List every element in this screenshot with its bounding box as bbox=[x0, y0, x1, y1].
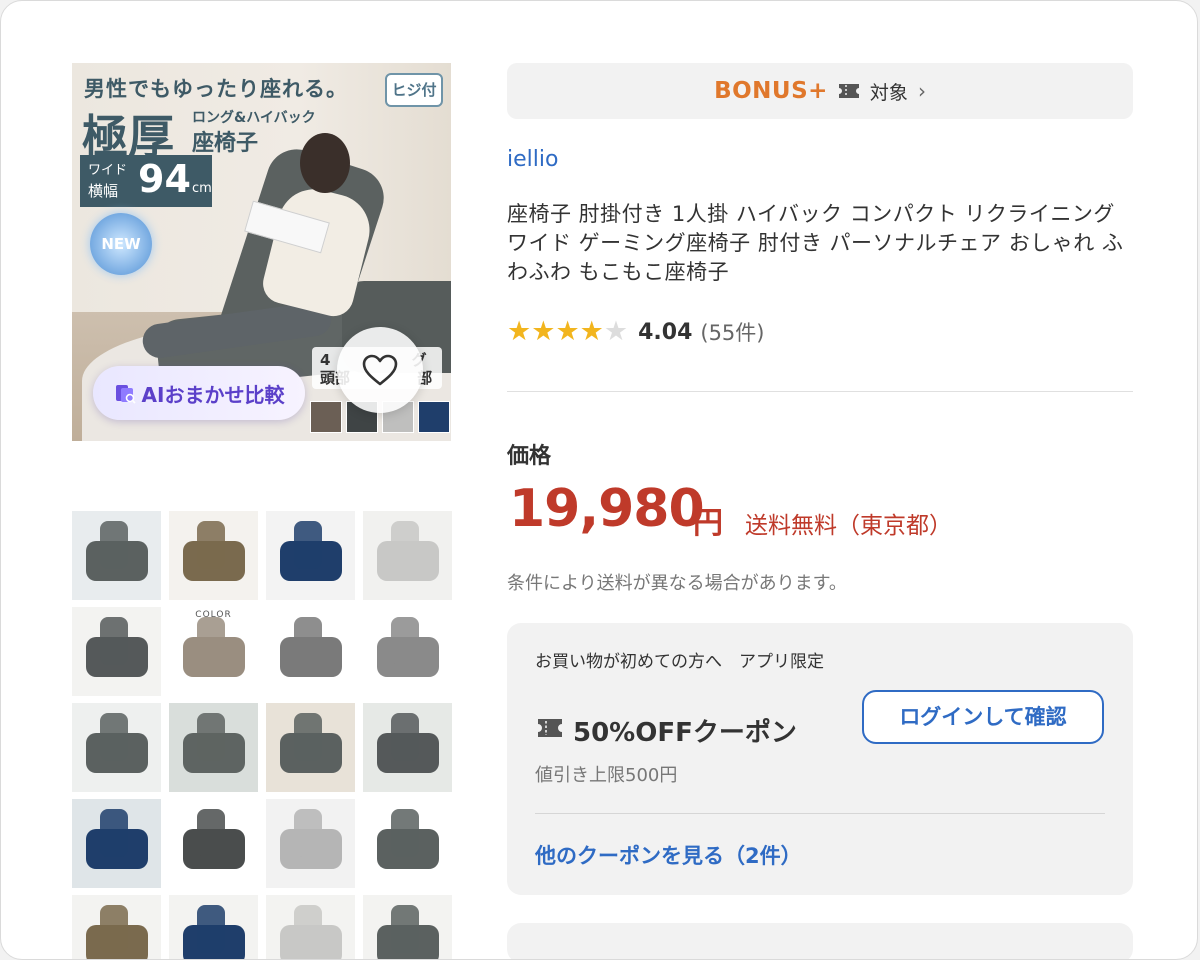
width-spec-box: ワイド 横幅 94 cm bbox=[80, 155, 212, 207]
width-label-1: ワイド bbox=[88, 163, 128, 178]
shipping-info: 送料無料（東京都） bbox=[745, 513, 952, 539]
thumbnail-image[interactable] bbox=[363, 607, 452, 696]
image-headline-side-big: 座椅子 bbox=[192, 131, 259, 156]
thumbnail-chair-back bbox=[100, 905, 128, 953]
thumbnail-image[interactable] bbox=[72, 895, 161, 959]
price-unit: 円 bbox=[693, 506, 723, 541]
ai-compare-icon bbox=[115, 385, 136, 404]
coupon-ticket-icon bbox=[838, 84, 859, 98]
thumbnail-image[interactable] bbox=[169, 895, 258, 959]
coupon-divider bbox=[535, 813, 1105, 814]
bonus-plus-logo: BONUS+ bbox=[714, 78, 828, 104]
shipping-note: 条件により送料が異なる場合があります。 bbox=[507, 573, 847, 594]
star-empty-icon: ★ bbox=[603, 316, 629, 347]
bonus-target-label: 対象 bbox=[869, 81, 908, 104]
thumbnail-chair-back bbox=[100, 809, 128, 857]
bonus-plus-banner[interactable]: BONUS+ 対象 › bbox=[507, 63, 1133, 119]
thumbnail-image[interactable] bbox=[72, 703, 161, 792]
reclining-caption-1: 4 bbox=[320, 351, 331, 369]
thumbnail-image[interactable] bbox=[266, 895, 355, 959]
width-label-2: 横幅 bbox=[88, 182, 119, 200]
thumbnail-image[interactable] bbox=[363, 703, 452, 792]
thumbnail-chair-back bbox=[100, 713, 128, 761]
thumbnail-image[interactable] bbox=[363, 511, 452, 600]
width-unit: cm bbox=[192, 181, 212, 196]
width-value: 94 bbox=[138, 157, 191, 201]
thumbnail-image[interactable] bbox=[266, 511, 355, 600]
ai-compare-button[interactable]: AIおまかせ比較 bbox=[93, 366, 305, 420]
thumbnail-image[interactable] bbox=[363, 799, 452, 888]
thumbnail-chair-back bbox=[391, 905, 419, 953]
thumbnail-chair-back bbox=[197, 521, 225, 569]
thumbnail-chair-back bbox=[100, 617, 128, 665]
thumbnail-image[interactable] bbox=[72, 799, 161, 888]
thumbnail-chair-back bbox=[294, 713, 322, 761]
person-head bbox=[300, 133, 350, 193]
thumbnail-image[interactable] bbox=[266, 607, 355, 696]
review-count: (55件) bbox=[700, 321, 765, 345]
chevron-right-icon: › bbox=[917, 79, 926, 103]
thumbnail-image[interactable] bbox=[169, 799, 258, 888]
thumbnail-chair-back bbox=[294, 521, 322, 569]
heart-outline-icon bbox=[362, 354, 398, 386]
rating-value: 4.04 bbox=[638, 319, 693, 345]
thumbnail-image[interactable] bbox=[72, 607, 161, 696]
thumbnail-image[interactable] bbox=[363, 895, 452, 959]
thumbnail-chair-back bbox=[294, 905, 322, 953]
price-label: 価格 bbox=[507, 444, 552, 469]
thumbnail-chair-back bbox=[197, 809, 225, 857]
rating-summary[interactable]: ★ ★ ★ ★ ★ 4.04 (55件) bbox=[507, 317, 764, 347]
color-swatch bbox=[310, 401, 342, 433]
star-filled-icon: ★ bbox=[507, 316, 532, 347]
thumbnail-chair-back bbox=[391, 521, 419, 569]
coupon-title: 50%OFFクーポン bbox=[573, 718, 797, 748]
next-panel bbox=[507, 923, 1133, 959]
image-headline-top: 男性でもゆったり座れる。 bbox=[84, 77, 348, 101]
star-filled-icon: ★ bbox=[555, 316, 580, 347]
new-badge: NEW bbox=[90, 213, 152, 275]
armrest-badge: ヒジ付 bbox=[385, 73, 443, 107]
thumbnail-chair-back bbox=[294, 809, 322, 857]
product-page: 男性でもゆったり座れる。 極厚 ロング&ハイバック 座椅子 ヒジ付 ワイド 横幅… bbox=[0, 0, 1198, 960]
price-amount: 19,980 bbox=[509, 479, 705, 539]
thumbnail-chair-back bbox=[197, 713, 225, 761]
thumbnail-chair-back bbox=[391, 809, 419, 857]
thumbnail-image[interactable] bbox=[169, 703, 258, 792]
rating-stars: ★ ★ ★ ★ ★ bbox=[507, 317, 628, 347]
thumbnail-chair-back bbox=[100, 521, 128, 569]
login-to-confirm-button[interactable]: ログインして確認 bbox=[862, 690, 1104, 744]
thumbnail-image[interactable]: COLOR bbox=[169, 607, 258, 696]
coupon-condition: お買い物が初めての方へ アプリ限定 bbox=[535, 652, 824, 672]
thumbnail-image[interactable] bbox=[266, 703, 355, 792]
thumbnail-chair-back bbox=[391, 617, 419, 665]
favorite-button[interactable] bbox=[337, 327, 423, 413]
thumbnail-chair-back bbox=[294, 617, 322, 665]
star-filled-icon: ★ bbox=[579, 316, 604, 347]
coupon-ticket-icon bbox=[538, 719, 562, 737]
thumbnail-image[interactable] bbox=[266, 799, 355, 888]
divider bbox=[507, 391, 1133, 392]
thumbnail-caption: COLOR bbox=[195, 610, 232, 620]
ai-compare-label: AIおまかせ比較 bbox=[141, 382, 285, 407]
coupon-panel: お買い物が初めての方へ アプリ限定 50%OFFクーポン 値引き上限500円 ロ… bbox=[507, 623, 1133, 895]
thumbnail-image[interactable] bbox=[169, 511, 258, 600]
image-headline-side-small: ロング&ハイバック bbox=[192, 110, 316, 126]
thumbnail-chair-back bbox=[197, 617, 225, 665]
star-filled-icon: ★ bbox=[531, 316, 556, 347]
coupon-limit: 値引き上限500円 bbox=[535, 765, 678, 786]
thumbnail-chair-back bbox=[197, 905, 225, 953]
color-swatch bbox=[418, 401, 450, 433]
thumbnail-image[interactable] bbox=[72, 511, 161, 600]
brand-link[interactable]: iellio bbox=[507, 147, 558, 172]
thumbnail-chair-back bbox=[391, 713, 419, 761]
product-title: 座椅子 肘掛付き 1人掛 ハイバック コンパクト リクライニング ワイド ゲーミ… bbox=[507, 202, 1124, 284]
other-coupons-link[interactable]: 他のクーポンを見る（2件） bbox=[535, 840, 802, 870]
